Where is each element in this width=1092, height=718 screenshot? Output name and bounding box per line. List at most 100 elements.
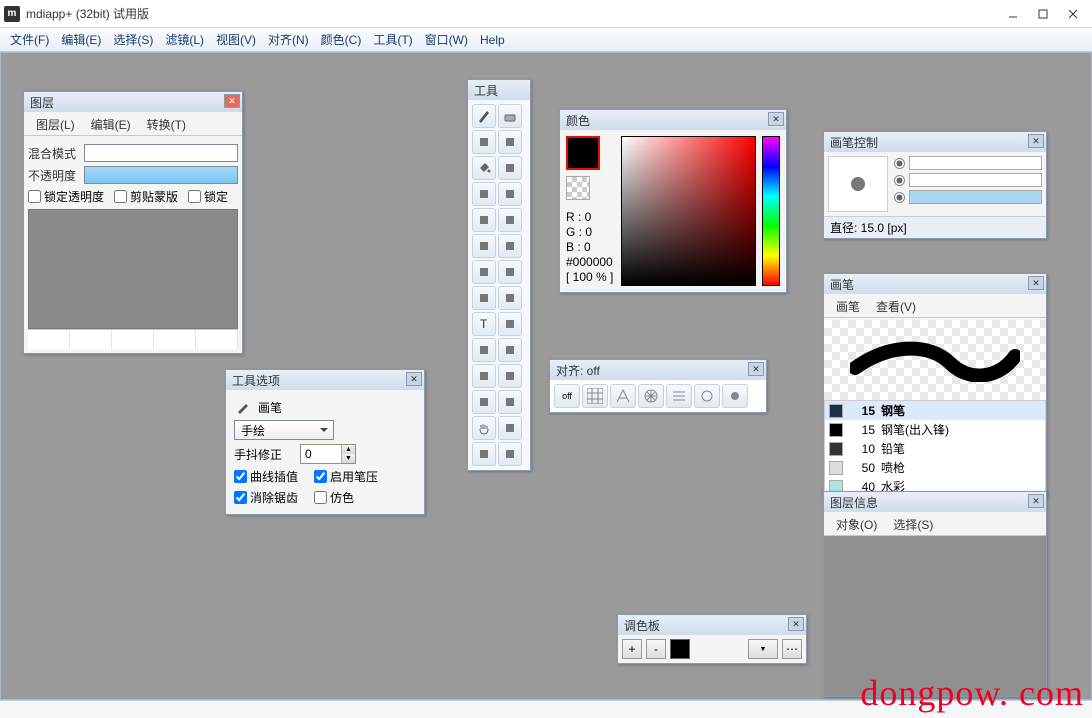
curve-interp-check[interactable]: 曲线插值 [234,468,298,485]
color-close-icon[interactable]: ✕ [768,112,784,126]
palette-title[interactable]: 调色板 ✕ [618,615,806,635]
lasso-tool[interactable] [472,338,496,362]
minimize-button[interactable] [998,4,1028,24]
gradient-tool[interactable] [498,156,522,180]
shape-tool[interactable] [472,234,496,258]
airbrush-tool[interactable] [498,130,522,154]
dropper-tool[interactable] [472,182,496,206]
lock-transparency-check[interactable]: 锁定透明度 [28,188,104,205]
maximize-button[interactable] [1028,4,1058,24]
snap-parallel-icon[interactable] [666,384,692,408]
brush-list[interactable]: 15 钢笔 15 钢笔(出入锋) 10 铅笔 50 喷枪 40 水彩 [824,400,1046,495]
opacity-slider[interactable] [84,166,238,184]
antialias-check[interactable]: 消除锯齿 [234,489,298,506]
rect-select-tool[interactable] [498,338,522,362]
size-slider[interactable] [909,156,1042,170]
tools-title[interactable]: 工具 [468,80,530,100]
layers-panel-title[interactable]: 图层 ✕ [24,92,242,112]
foreground-swatch[interactable] [566,136,600,170]
snap-circle-icon[interactable] [694,384,720,408]
hue-slider[interactable] [762,136,780,286]
line-tool[interactable] [498,390,522,414]
brush-item[interactable]: 15 钢笔 [825,401,1045,420]
hand-tool[interactable] [472,416,496,440]
tab-edit[interactable]: 编辑(E) [83,114,139,135]
opacity-radio[interactable] [894,175,905,186]
text-tool[interactable]: T [472,312,496,336]
brush-item[interactable]: 50 喷枪 [825,458,1045,477]
size-radio[interactable] [894,158,905,169]
zoom-tool[interactable] [472,442,496,466]
pen-tool[interactable] [472,104,496,128]
menu-view[interactable]: 视图(V) [210,29,262,50]
layer-info-close-icon[interactable]: ✕ [1028,494,1044,508]
tab-view[interactable]: 查看(V) [868,296,924,317]
snap-dot-icon[interactable] [722,384,748,408]
menu-window[interactable]: 窗口(W) [419,29,474,50]
spin-up-icon[interactable]: ▲ [341,445,355,454]
brush-item[interactable]: 15 钢笔(出入锋) [825,420,1045,439]
menu-file[interactable]: 文件(F) [4,29,55,50]
bucket-tool[interactable] [472,156,496,180]
density-slider[interactable] [909,190,1042,204]
brush-control-title[interactable]: 画笔控制 ✕ [824,132,1046,152]
menu-edit[interactable]: 编辑(E) [55,29,107,50]
stabilizer-input[interactable]: 0 ▲▼ [300,444,356,464]
menu-tool[interactable]: 工具(T) [367,29,418,50]
eraser-tool[interactable] [498,104,522,128]
finger-tool[interactable] [472,208,496,232]
tab-transform[interactable]: 转换(T) [139,114,194,135]
palette-remove-button[interactable]: - [646,639,666,659]
draw-mode-select[interactable]: 手绘 [234,420,334,440]
clip-mask-check[interactable]: 剪贴蒙版 [114,188,178,205]
color-field[interactable] [621,136,757,286]
stamp-tool[interactable] [498,208,522,232]
blend-mode-select[interactable] [84,144,238,162]
rotate-tool[interactable] [498,416,522,440]
brushes-title[interactable]: 画笔 ✕ [824,274,1046,294]
ellipse-tool[interactable] [498,364,522,388]
dodge-tool[interactable] [498,286,522,310]
brush-tool[interactable] [472,130,496,154]
palette-add-button[interactable]: + [622,639,642,659]
lock-check[interactable]: 锁定 [188,188,228,205]
snap-close-icon[interactable]: ✕ [748,362,764,376]
opacity-brush-slider[interactable] [909,173,1042,187]
tab-brushes[interactable]: 画笔 [828,296,868,317]
palette-menu-button[interactable]: ▼ [748,639,778,659]
density-radio[interactable] [894,192,905,203]
smudge-tool[interactable] [498,182,522,206]
brush-item[interactable]: 10 铅笔 [825,439,1045,458]
brushes-close-icon[interactable]: ✕ [1028,276,1044,290]
burn-tool[interactable] [472,286,496,310]
palette-swatch[interactable] [670,639,690,659]
palette-options-button[interactable]: ⋯ [782,639,802,659]
color-title[interactable]: 颜色 ✕ [560,110,786,130]
snap-perspective-icon[interactable] [610,384,636,408]
sharpen-tool[interactable] [498,260,522,284]
snap-off-button[interactable]: off [554,384,580,408]
wand-tool[interactable] [472,364,496,388]
menu-select[interactable]: 选择(S) [107,29,159,50]
crop-tool[interactable] [472,390,496,414]
palette-close-icon[interactable]: ✕ [788,617,804,631]
blur-tool[interactable] [472,260,496,284]
menu-color[interactable]: 颜色(C) [315,29,368,50]
snap-title[interactable]: 对齐: off ✕ [550,360,766,380]
brush-control-close-icon[interactable]: ✕ [1028,134,1044,148]
pressure-check[interactable]: 启用笔压 [314,468,378,485]
curve-tool[interactable] [498,442,522,466]
spin-down-icon[interactable]: ▼ [341,454,355,463]
tab-layer[interactable]: 图层(L) [28,114,83,135]
layers-close-icon[interactable]: ✕ [224,94,240,108]
menu-help[interactable]: Help [474,31,511,49]
menu-filter[interactable]: 滤镜(L) [159,29,210,50]
menu-snap[interactable]: 对齐(N) [262,29,315,50]
layer-info-title[interactable]: 图层信息 ✕ [824,492,1046,512]
tool-options-close-icon[interactable]: ✕ [406,372,422,386]
tab-select[interactable]: 选择(S) [885,514,941,535]
snap-radial-icon[interactable] [638,384,664,408]
snap-grid-icon[interactable] [582,384,608,408]
layers-list-area[interactable] [28,209,238,329]
background-swatch[interactable] [566,176,590,200]
